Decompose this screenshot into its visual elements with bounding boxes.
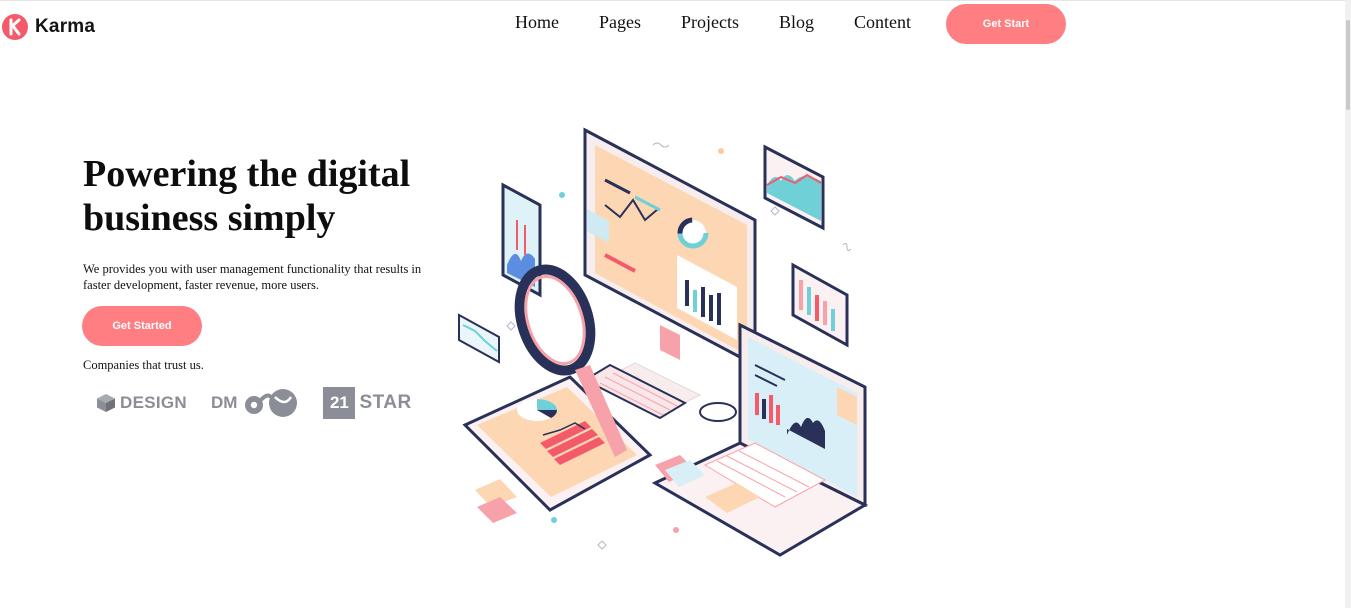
nav-blog[interactable]: Blog: [779, 11, 814, 33]
analytics-illustration: [458, 127, 869, 557]
brand-name: Karma: [35, 16, 96, 37]
partner-logos: DESIGN DM 21 STAR: [95, 387, 412, 419]
brand-logo-link[interactable]: Karma: [2, 14, 95, 40]
partner-logo-21star: 21 STAR: [323, 387, 411, 419]
scrollbar[interactable]: [1345, 0, 1351, 608]
top-border: [0, 0, 1351, 1]
get-start-button[interactable]: Get Start: [946, 4, 1066, 44]
partner-logo-design: DESIGN: [95, 392, 187, 414]
scrollbar-thumb[interactable]: [1346, 20, 1350, 110]
main-nav: Home Pages Projects Blog Content: [515, 11, 911, 33]
partner-star-text: STAR: [359, 392, 412, 413]
partner-logo-dm: DM: [211, 387, 303, 419]
nav-content[interactable]: Content: [854, 11, 911, 33]
karma-logo-icon: [2, 14, 28, 40]
nav-home[interactable]: Home: [515, 11, 559, 33]
nav-projects[interactable]: Projects: [681, 11, 739, 33]
cube-icon: [97, 394, 115, 412]
hero-title: Powering the digital business simply: [83, 153, 411, 239]
partner-21-box: 21: [323, 387, 356, 419]
get-started-button[interactable]: Get Started: [82, 306, 202, 346]
trust-label: Companies that trust us.: [83, 358, 204, 372]
hero-description: We provides you with user management fun…: [83, 262, 422, 292]
nav-pages[interactable]: Pages: [599, 11, 641, 33]
partner-design-text: DESIGN: [120, 393, 187, 412]
infinity-icon: [245, 389, 298, 417]
partner-dm-text: DM: [210, 393, 238, 412]
